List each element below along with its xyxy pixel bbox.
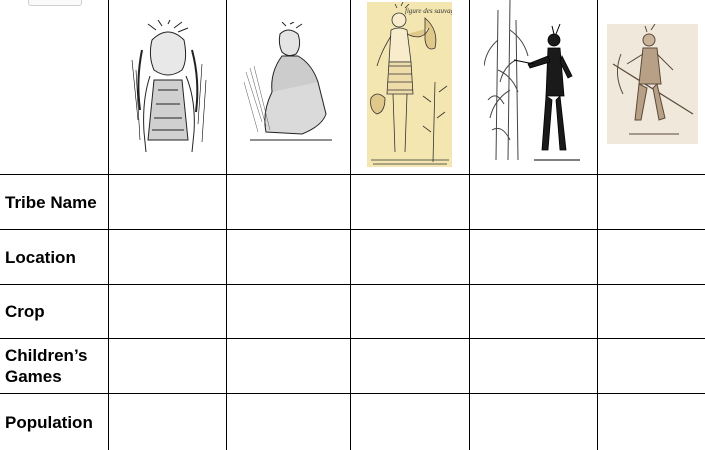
cell-childrens-games-4[interactable] — [470, 339, 597, 393]
row-label-tribe-name: Tribe Name — [5, 192, 97, 212]
row-label-population: Population — [5, 412, 93, 432]
row-label-crop: Crop — [5, 302, 45, 321]
cell-location-2[interactable] — [227, 230, 350, 284]
row-label-childrens-games: Children’s Games — [5, 346, 88, 386]
tribe-comparison-table: Tribe Name Location Crop Children’s Game… — [0, 0, 705, 450]
native-chief-feather-headdress-icon — [122, 20, 214, 152]
image-caption: figure des sauvag — [405, 7, 452, 15]
cell-crop-4[interactable] — [470, 285, 597, 338]
cell-crop-3[interactable] — [351, 285, 469, 338]
cell-location-4[interactable] — [470, 230, 597, 284]
cell-tribe-name-5[interactable] — [598, 175, 705, 229]
cell-tribe-name-3[interactable] — [351, 175, 469, 229]
cell-population-5[interactable] — [598, 394, 705, 450]
cell-childrens-games-2[interactable] — [227, 339, 350, 393]
native-cornfield-illustration — [484, 0, 582, 168]
cell-tribe-name-2[interactable] — [227, 175, 350, 229]
cell-crop-2[interactable] — [227, 285, 350, 338]
native-chief-illustration — [122, 20, 214, 152]
native-woman-illustration: figure des sauvag — [367, 2, 452, 167]
native-crouching-illustration — [242, 22, 334, 148]
cell-childrens-games-1[interactable] — [109, 339, 226, 393]
cell-location-3[interactable] — [351, 230, 469, 284]
cell-tribe-name-4[interactable] — [470, 175, 597, 229]
native-woman-holding-horn-icon: figure des sauvag — [367, 2, 452, 167]
cell-population-2[interactable] — [227, 394, 350, 450]
cell-population-4[interactable] — [470, 394, 597, 450]
cell-location-5[interactable] — [598, 230, 705, 284]
cell-childrens-games-3[interactable] — [351, 339, 469, 393]
cell-tribe-name-1[interactable] — [109, 175, 226, 229]
cell-population-3[interactable] — [351, 394, 469, 450]
native-man-crouching-icon — [242, 22, 334, 148]
cell-population-1[interactable] — [109, 394, 226, 450]
native-warrior-illustration — [607, 24, 698, 144]
cell-location-1[interactable] — [109, 230, 226, 284]
cell-crop-5[interactable] — [598, 285, 705, 338]
native-warrior-with-spear-icon — [607, 24, 698, 144]
row-label-location: Location — [5, 247, 76, 267]
cell-crop-1[interactable] — [109, 285, 226, 338]
native-man-with-cornstalks-icon — [484, 0, 582, 168]
cell-childrens-games-5[interactable] — [598, 339, 705, 393]
